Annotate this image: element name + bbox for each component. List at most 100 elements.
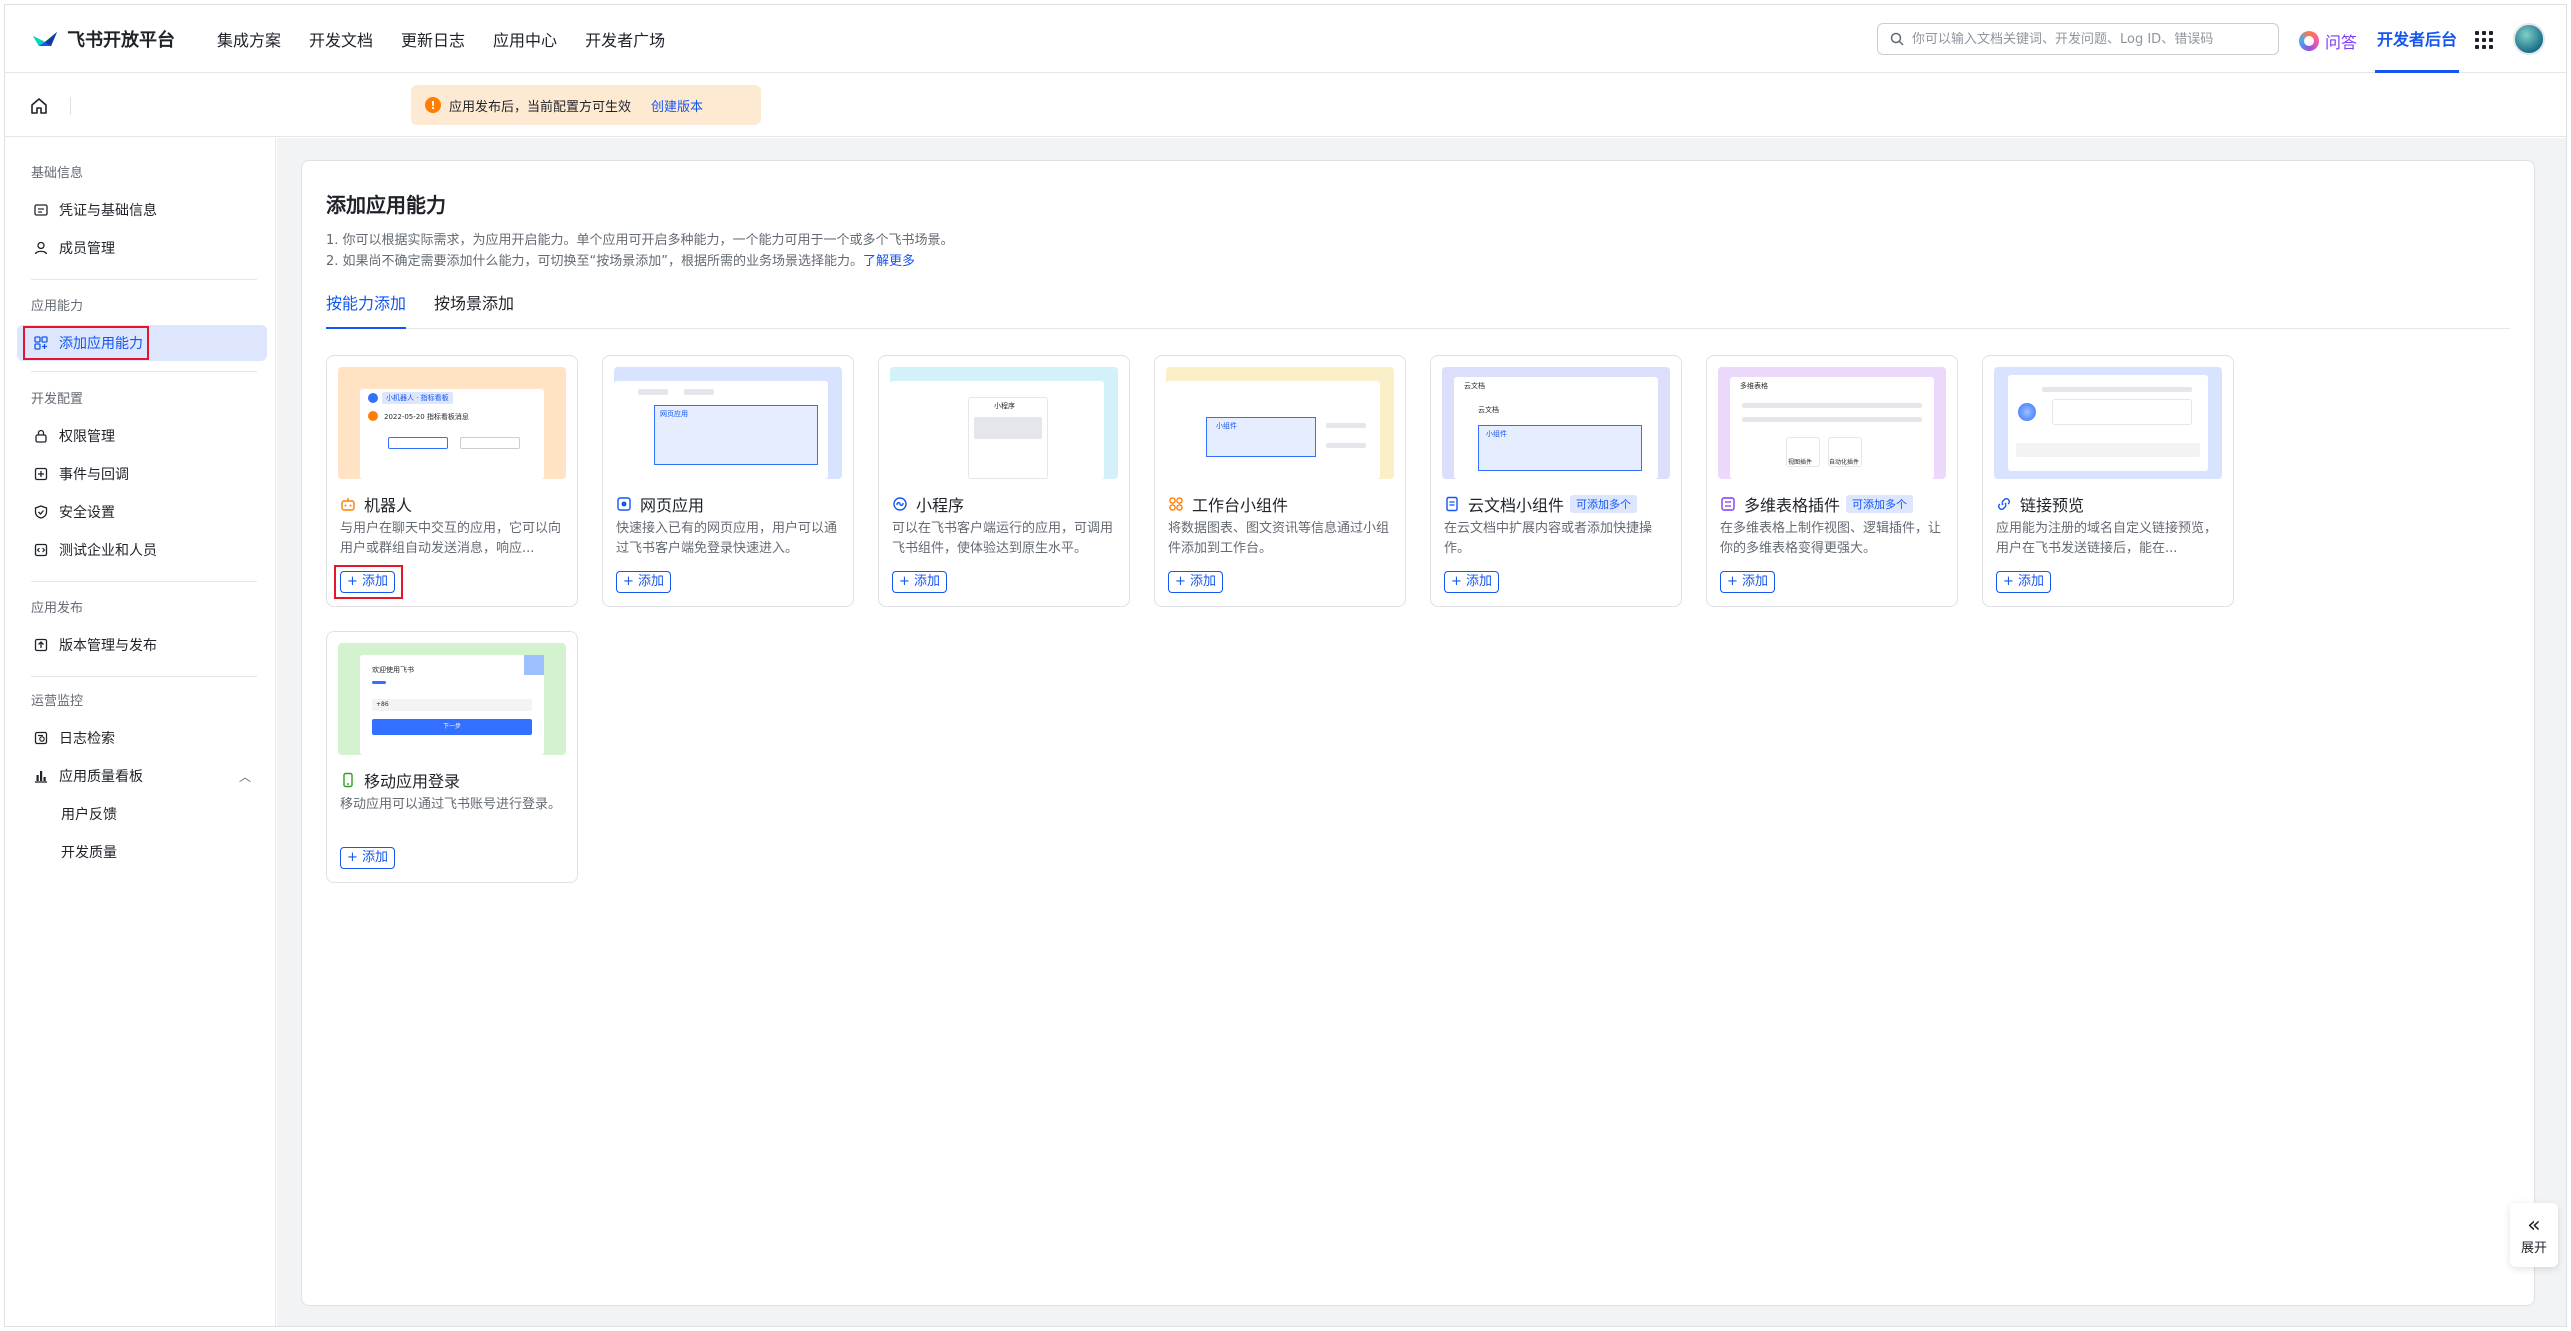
card-description: 可以在飞书客户端运行的应用，可调用飞书组件，使体验达到原生水平。 [892,521,1114,556]
sidebar-item-label: 版本管理与发布 [59,638,157,654]
sidebar-item-members[interactable]: 成员管理 [17,230,267,266]
capability-card-base-plugin[interactable]: 多维表格 视图插件 自动化插件 多维表格插件 可添加多个 在多维表格上制作视图、… [1706,355,1958,607]
card-description: 将数据图表、图文资讯等信息通过小组件添加到工作台。 [1168,521,1390,556]
doc-preview-title: 云文档 [1464,382,1485,390]
sidebar-item-security[interactable]: 安全设置 [17,494,267,530]
card-title: 移动应用登录 [340,768,460,792]
nav-link-app-center[interactable]: 应用中心 [493,27,557,51]
nav-link-dev-square[interactable]: 开发者广场 [585,27,665,51]
add-base-plugin-button[interactable]: + 添加 [1720,571,1776,593]
sidebar-item-logs[interactable]: 日志检索 [17,720,267,756]
phone-icon [340,772,356,788]
add-mobile-login-button[interactable]: + 添加 [340,847,396,869]
capability-card-workplace-widget[interactable]: 小组件 工作台小组件 将数据图表、图文资讯等信息通过小组件添加到工作台。 + 添… [1154,355,1406,607]
ask-label: 问答 [2325,33,2358,52]
chevron-up-icon[interactable]: ︿ [239,768,251,785]
nav-link-docs[interactable]: 开发文档 [309,27,373,51]
bot-preview-image: 小机器人 · 指标看板 2022-05-20 指标看板消息 [338,367,566,479]
card-description: 移动应用可以通过飞书账号进行登录。 [340,797,562,812]
add-link-preview-button[interactable]: + 添加 [1996,571,2052,593]
sidebar-group-capability: 应用能力 [31,299,84,314]
sidebar: 基础信息 凭证与基础信息 成员管理 应用能力 添加应用能力 开发配置 权限管理 … [5,138,276,1326]
login-preview-next: 下一步 [372,719,532,735]
tab-by-capability[interactable]: 按能力添加 [326,291,407,329]
tab-by-scenario[interactable]: 按场景添加 [434,291,514,329]
card-title: 机器人 [340,492,412,516]
nav-link-changelog[interactable]: 更新日志 [401,27,465,51]
card-title-text: 机器人 [364,496,413,515]
sidebar-item-label: 开发质量 [61,845,117,861]
learn-more-link[interactable]: 了解更多 [863,254,915,269]
sidebar-item-label: 日志检索 [59,731,115,747]
card-title-text: 工作台小组件 [1192,496,1289,515]
card-description: 在云文档中扩展内容或者添加快捷操作。 [1444,521,1653,556]
capability-card-mini-program[interactable]: 小程序 小程序 可以在飞书客户端运行的应用，可调用飞书组件，使体验达到原生水平。… [878,355,1130,607]
add-web-app-button[interactable]: + 添加 [616,571,672,593]
mini-program-icon [892,496,908,512]
web-app-preview-image: 网页应用 [614,367,842,479]
link-preview-image [1994,367,2222,479]
description-line-2-text: 2. 如果尚不确定需要添加什么能力，可切换至“按场景添加”，根据所需的业务场景选… [326,254,864,269]
sidebar-divider [31,371,257,372]
card-description: 快速接入已有的网页应用，用户可以通过飞书客户端免登录快速进入。 [616,521,838,556]
version-icon [33,637,49,653]
sidebar-item-dev-quality[interactable]: 开发质量 [17,834,267,870]
capability-card-web-app[interactable]: 网页应用 网页应用 快速接入已有的网页应用，用户可以通过飞书客户端免登录快速进入… [602,355,854,607]
bot-preview-line: 2022-05-20 指标看板消息 [384,413,469,421]
search-box[interactable] [1877,23,2279,55]
doc-widget-preview-image: 云文档 云文档 小组件 [1442,367,1670,479]
home-icon[interactable] [29,96,49,116]
sidebar-item-label: 成员管理 [59,241,115,257]
sidebar-item-test-tenant[interactable]: 测试企业和人员 [17,532,267,568]
sidebar-group-ops: 运营监控 [31,694,84,709]
sidebar-item-events[interactable]: 事件与回调 [17,456,267,492]
nav-link-solutions[interactable]: 集成方案 [217,27,281,51]
capability-card-mobile-login[interactable]: 欢迎使用飞书 +86 下一步 移动应用登录 移动应用可以通过飞书账号进行登录。 … [326,631,578,883]
logo-text: 飞书开放平台 [67,29,175,51]
add-mini-program-button[interactable]: + 添加 [892,571,948,593]
capability-card-link-preview[interactable]: 链接预览 应用能为注册的域名自定义链接预览，用户在飞书发送链接后，能在... +… [1982,355,2234,607]
card-title: 多维表格插件 可添加多个 [1720,492,1914,516]
mini-preview-title: 小程序 [994,402,1015,410]
sidebar-group-basic: 基础信息 [31,166,84,181]
shield-icon [33,504,49,520]
sidebar-item-label: 测试企业和人员 [59,543,157,559]
apps-grid-icon[interactable] [2475,31,2493,49]
capability-card-bot[interactable]: 小机器人 · 指标看板 2022-05-20 指标看板消息 机器人 与用户在聊天… [326,355,578,607]
sidebar-item-label: 凭证与基础信息 [59,203,157,219]
base-preview-btn1: 视图插件 [1788,459,1813,466]
sidebar-item-versions[interactable]: 版本管理与发布 [17,627,267,663]
web-app-icon [616,496,632,512]
expand-button[interactable]: « 展开 [2510,1203,2558,1267]
add-doc-widget-button[interactable]: + 添加 [1444,571,1500,593]
sidebar-group-release: 应用发布 [31,601,84,616]
highlight-box [334,565,403,599]
sidebar-item-quality[interactable]: 应用质量看板 ︿ [17,758,267,794]
create-version-link[interactable]: 创建版本 [651,96,703,115]
card-title: 云文档小组件 可添加多个 [1444,492,1638,516]
widget-preview-label: 小组件 [1216,422,1237,430]
doc-preview-widget: 小组件 [1486,430,1507,438]
card-description: 应用能为注册的域名自定义链接预览，用户在飞书发送链接后，能在... [1996,521,2218,556]
search-input[interactable] [1912,31,2278,47]
sidebar-item-feedback[interactable]: 用户反馈 [17,796,267,832]
sidebar-item-credentials[interactable]: 凭证与基础信息 [17,192,267,228]
card-title-text: 多维表格插件 [1744,496,1841,515]
top-nav: 飞书开放平台 集成方案 开发文档 更新日志 应用中心 开发者广场 问答 开发者后… [5,5,2566,73]
dev-console-tab[interactable]: 开发者后台 [2375,5,2460,73]
user-avatar[interactable] [2513,23,2545,55]
nav-links: 集成方案 开发文档 更新日志 应用中心 开发者广场 [217,27,693,51]
expand-label: 展开 [2520,1240,2547,1256]
capability-card-doc-widget[interactable]: 云文档 云文档 小组件 云文档小组件 可添加多个 在云文档中扩展内容或者添加快捷… [1430,355,1682,607]
card-description: 与用户在聊天中交互的应用，它可以向用户或群组自动发送消息，响应... [340,521,562,556]
logo[interactable]: 飞书开放平台 [31,26,187,52]
log-search-icon [33,730,49,746]
sidebar-divider [31,676,257,677]
bar-chart-icon [33,768,49,784]
add-widget-button[interactable]: + 添加 [1168,571,1224,593]
publish-notice-banner: ! 应用发布后，当前配置方可生效 创建版本 [411,85,761,125]
card-title: 网页应用 [616,492,704,516]
ask-button[interactable]: 问答 [2299,29,2357,53]
banner-text: 应用发布后，当前配置方可生效 [449,99,632,115]
sidebar-item-permissions[interactable]: 权限管理 [17,418,267,454]
